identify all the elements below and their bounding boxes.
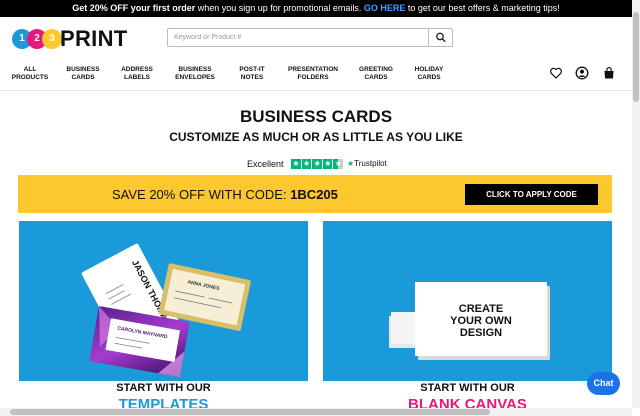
rating-label: Excellent <box>247 159 284 169</box>
main-nav: ALL PRODUCTS BUSINESS CARDS ADDRESS LABE… <box>0 61 632 91</box>
blank-canvas-panel[interactable]: CREATE YOUR OWN DESIGN <box>323 221 612 381</box>
promo-code-text: SAVE 20% OFF WITH CODE: 1BC205 <box>112 187 338 202</box>
search-button[interactable] <box>428 29 452 46</box>
nav-address-labels[interactable]: ADDRESS LABELS <box>109 66 165 82</box>
horizontal-scrollbar[interactable] <box>0 408 632 416</box>
nav-post-it-notes[interactable]: POST-IT NOTES <box>224 66 280 82</box>
nav-greeting-cards[interactable]: GREETING CARDS <box>348 66 404 82</box>
blank-card-line1: CREATE <box>459 303 503 315</box>
nav-label-line2: LABELS <box>124 74 150 81</box>
nav-label-line1: ALL <box>23 66 37 73</box>
vertical-scroll-thumb[interactable] <box>633 12 639 102</box>
bag-icon[interactable] <box>602 66 616 80</box>
nav-label-line1: BUSINESS <box>66 66 100 73</box>
search-input[interactable] <box>168 29 429 46</box>
account-icon[interactable] <box>575 66 589 80</box>
site-header: 1 2 3 PRINT <box>0 17 632 61</box>
promo-code-label: SAVE 20% OFF WITH CODE: <box>112 187 291 202</box>
nav-presentation-folders[interactable]: PRESENTATION FOLDERS <box>284 66 342 82</box>
nav-label-line2: FOLDERS <box>297 74 329 81</box>
promo-text-end: to get our best offers & marketing tips! <box>405 3 560 13</box>
nav-label-line1: BUSINESS <box>178 66 212 73</box>
promo-headline: Get 20% OFF your first order <box>72 3 196 13</box>
nav-label-line2: CARDS <box>364 74 388 81</box>
templates-caption: START WITH OUR <box>116 382 211 394</box>
blank-canvas-caption: START WITH OUR <box>420 382 515 394</box>
blank-card-line2: YOUR OWN <box>450 315 512 327</box>
trustpilot-logo: ★Trustpilot <box>347 158 387 170</box>
business-cards-illustration: JASON THOMAS ANNA JONES CAROLYN MAYNARD <box>81 243 251 378</box>
search-box <box>167 28 453 47</box>
logo-word: PRINT <box>60 26 128 51</box>
search-icon <box>436 32 446 43</box>
promo-code-banner: SAVE 20% OFF WITH CODE: 1BC205 CLICK TO … <box>18 175 612 213</box>
blank-card-illustration: CREATE YOUR OWN DESIGN <box>389 282 550 360</box>
nav-label-line1: POST-IT <box>239 66 265 73</box>
nav-label-line2: ENVELOPES <box>175 74 215 81</box>
nav-business-cards[interactable]: BUSINESS CARDS <box>55 66 111 82</box>
promo-text: when you sign up for promotional emails. <box>195 3 364 13</box>
site-logo[interactable]: 1 2 3 PRINT <box>12 26 128 51</box>
templates-panel[interactable]: JASON THOMAS ANNA JONES CAROLYN MAYNARD <box>19 221 308 381</box>
promo-go-here-link[interactable]: GO HERE <box>364 3 406 13</box>
nav-label-line2: CARDS <box>417 74 441 81</box>
nav-label-line1: HOLIDAY <box>414 66 444 73</box>
promo-banner: Get 20% OFF your first order when you si… <box>0 0 632 17</box>
trustpilot-brand: Trustpilot <box>354 159 387 168</box>
page-subtitle: CUSTOMIZE AS MUCH OR AS LITTLE AS YOU LI… <box>169 130 463 144</box>
nav-label-line2: CARDS <box>71 74 95 81</box>
chat-button[interactable]: Chat <box>587 372 620 395</box>
nav-label-line1: GREETING <box>359 66 393 73</box>
blank-card-line3: DESIGN <box>460 327 502 339</box>
nav-business-envelopes[interactable]: BUSINESS ENVELOPES <box>167 66 223 82</box>
nav-label-line1: ADDRESS <box>121 66 153 73</box>
nav-label-line1: PRESENTATION <box>288 66 338 73</box>
horizontal-scroll-thumb[interactable] <box>10 409 490 415</box>
nav-label-line2: PRODUCTS <box>11 74 49 81</box>
promo-code-value: 1BC205 <box>290 187 338 202</box>
logo-digit-3: 3 <box>42 29 62 49</box>
nav-label-line2: NOTES <box>240 74 264 81</box>
trustpilot-rating[interactable]: Excellent ★Trustpilot <box>247 158 387 170</box>
apply-code-button[interactable]: CLICK TO APPLY CODE <box>465 184 598 205</box>
nav-holiday-cards[interactable]: HOLIDAY CARDS <box>401 66 457 82</box>
rating-stars-icon <box>291 159 343 169</box>
page-title: BUSINESS CARDS <box>239 107 393 126</box>
nav-all-products[interactable]: ALL PRODUCTS <box>2 66 58 82</box>
vertical-scrollbar[interactable] <box>632 0 640 408</box>
heart-icon[interactable] <box>549 66 563 80</box>
